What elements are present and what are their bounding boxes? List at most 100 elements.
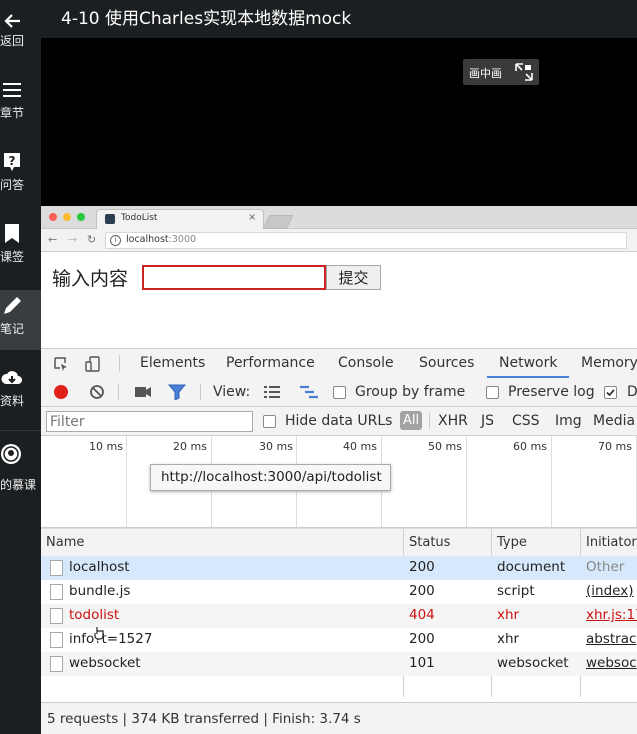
table-row[interactable]: todolist 404 xhr xhr.js:17 [41, 604, 637, 628]
column-name[interactable]: Name [46, 535, 84, 550]
row-type: xhr [497, 607, 520, 623]
todo-input[interactable] [142, 265, 326, 290]
disable-cache-checkbox[interactable] [604, 386, 617, 399]
column-initiator[interactable]: Initiator [586, 535, 637, 550]
forward-arrow-icon[interactable]: → [68, 233, 77, 246]
close-window-icon[interactable] [49, 213, 57, 221]
url-text: localhost:3000 [126, 234, 196, 245]
row-initiator-link[interactable]: websoc [586, 655, 637, 671]
chapters-button[interactable]: 章节 [0, 74, 41, 134]
reload-icon[interactable]: ↻ [87, 233, 96, 246]
filter-icon[interactable] [168, 384, 186, 400]
filter-css-button[interactable]: CSS [512, 413, 540, 429]
large-rows-icon[interactable] [263, 386, 281, 398]
inspect-element-icon[interactable] [53, 356, 69, 372]
filter-media-button[interactable]: Media [593, 413, 635, 429]
filter-bar: Hide data URLs All XHR JS CSS Img Media [41, 407, 637, 436]
column-type[interactable]: Type [497, 535, 527, 550]
network-toolbar: View: Group by frame Preserve log D [41, 378, 637, 407]
tooltip-text: http://localhost:3000/api/todolist [161, 469, 382, 485]
tab-separator [119, 355, 120, 372]
camera-icon[interactable] [134, 385, 152, 399]
row-type: websocket [497, 655, 569, 671]
tab-elements[interactable]: Elements [140, 355, 205, 371]
view-label: View: [213, 384, 251, 400]
filter-all-button[interactable]: All [400, 411, 422, 430]
arrow-left-icon [4, 14, 20, 28]
timeline-gridline [466, 436, 467, 527]
table-row[interactable]: bundle.js 200 script (index) [41, 580, 637, 604]
tab-console[interactable]: Console [338, 355, 394, 371]
maximize-window-icon[interactable] [77, 213, 85, 221]
timeline-tick-label: 20 ms [173, 440, 207, 453]
timeline-tick-label: 60 ms [513, 440, 547, 453]
row-status: 200 [409, 559, 435, 575]
new-tab-button[interactable] [262, 215, 294, 229]
back-arrow-icon[interactable]: ← [48, 233, 57, 246]
clear-icon[interactable] [89, 384, 105, 400]
row-initiator-link[interactable]: xhr.js:17 [586, 607, 637, 623]
table-row[interactable]: info?t=1527 200 xhr abstrac [41, 628, 637, 652]
group-by-frame-checkbox[interactable] [333, 386, 346, 399]
tab-performance[interactable]: Performance [226, 355, 315, 371]
react-favicon-icon [105, 214, 115, 224]
filter-xhr-button[interactable]: XHR [438, 413, 468, 429]
table-row[interactable]: websocket 101 websocket websoc [41, 652, 637, 676]
timeline-tick-label: 30 ms [259, 440, 293, 453]
browser-tab-todolist[interactable]: TodoList × [96, 209, 264, 229]
url-tooltip: http://localhost:3000/api/todolist [150, 464, 391, 491]
hide-data-urls-checkbox[interactable] [263, 415, 276, 428]
group-by-frame-label: Group by frame [355, 384, 466, 400]
minimize-window-icon[interactable] [63, 213, 71, 221]
row-type: xhr [497, 631, 520, 647]
device-toolbar-icon[interactable] [85, 356, 101, 372]
preserve-log-checkbox[interactable] [486, 386, 499, 399]
devtools-tab-bar: Elements Performance Console Sources Net… [41, 348, 637, 379]
preserve-log-label: Preserve log [508, 384, 595, 400]
xhr-file-icon [50, 608, 63, 624]
picture-in-picture-button[interactable]: 画中画 [463, 59, 539, 85]
back-button[interactable]: 返回 [0, 2, 41, 62]
row-status: 200 [409, 583, 435, 599]
course-sidebar: 返回 章节 ? 问答 课签 笔记 资料 的慕课 [0, 0, 41, 734]
tab-memory[interactable]: Memory [581, 355, 637, 371]
todo-page: 输入内容 提交 [41, 252, 637, 348]
toolbar-separator [118, 384, 119, 400]
url-port: :3000 [168, 234, 197, 245]
document-file-icon [50, 560, 63, 576]
sidebar-divider [0, 430, 41, 431]
tab-close-icon[interactable]: × [248, 212, 256, 223]
mooc-logo-icon [1, 444, 21, 464]
my-mooc-button[interactable]: 的慕课 [0, 440, 41, 500]
column-status[interactable]: Status [409, 535, 450, 550]
info-icon[interactable]: i [110, 235, 121, 246]
tab-network[interactable]: Network [499, 355, 557, 371]
row-status: 101 [409, 655, 435, 671]
filter-img-button[interactable]: Img [555, 413, 582, 429]
filter-js-button[interactable]: JS [481, 413, 494, 429]
notes-button[interactable]: 笔记 [0, 290, 41, 350]
submit-button[interactable]: 提交 [326, 265, 381, 290]
qa-button[interactable]: ? 问答 [0, 146, 41, 206]
row-name: bundle.js [69, 583, 131, 599]
table-row[interactable]: localhost 200 document Other [41, 556, 637, 580]
waterfall-overview-icon[interactable] [299, 385, 319, 399]
record-icon[interactable] [53, 384, 69, 400]
browser-tab-strip: TodoList × [41, 206, 637, 229]
materials-button[interactable]: 资料 [0, 362, 41, 422]
pip-icon [515, 63, 533, 81]
filter-input[interactable] [46, 411, 253, 432]
bookmark-button[interactable]: 课签 [0, 218, 41, 278]
cloud-download-icon [1, 371, 22, 384]
timeline-tick-label: 10 ms [89, 440, 123, 453]
menu-icon [3, 83, 21, 97]
script-file-icon [50, 584, 63, 600]
tab-sources[interactable]: Sources [419, 355, 474, 371]
pip-label: 画中画 [469, 67, 502, 80]
video-player[interactable]: 画中画 TodoList × ← → ↻ i localhost:3000 输入… [41, 38, 637, 734]
materials-label: 资料 [0, 394, 25, 408]
url-field[interactable]: i localhost:3000 [105, 232, 627, 249]
row-initiator-link[interactable]: abstrac [586, 631, 636, 647]
xhr-file-icon [50, 632, 63, 648]
row-initiator-link[interactable]: (index) [586, 583, 633, 599]
